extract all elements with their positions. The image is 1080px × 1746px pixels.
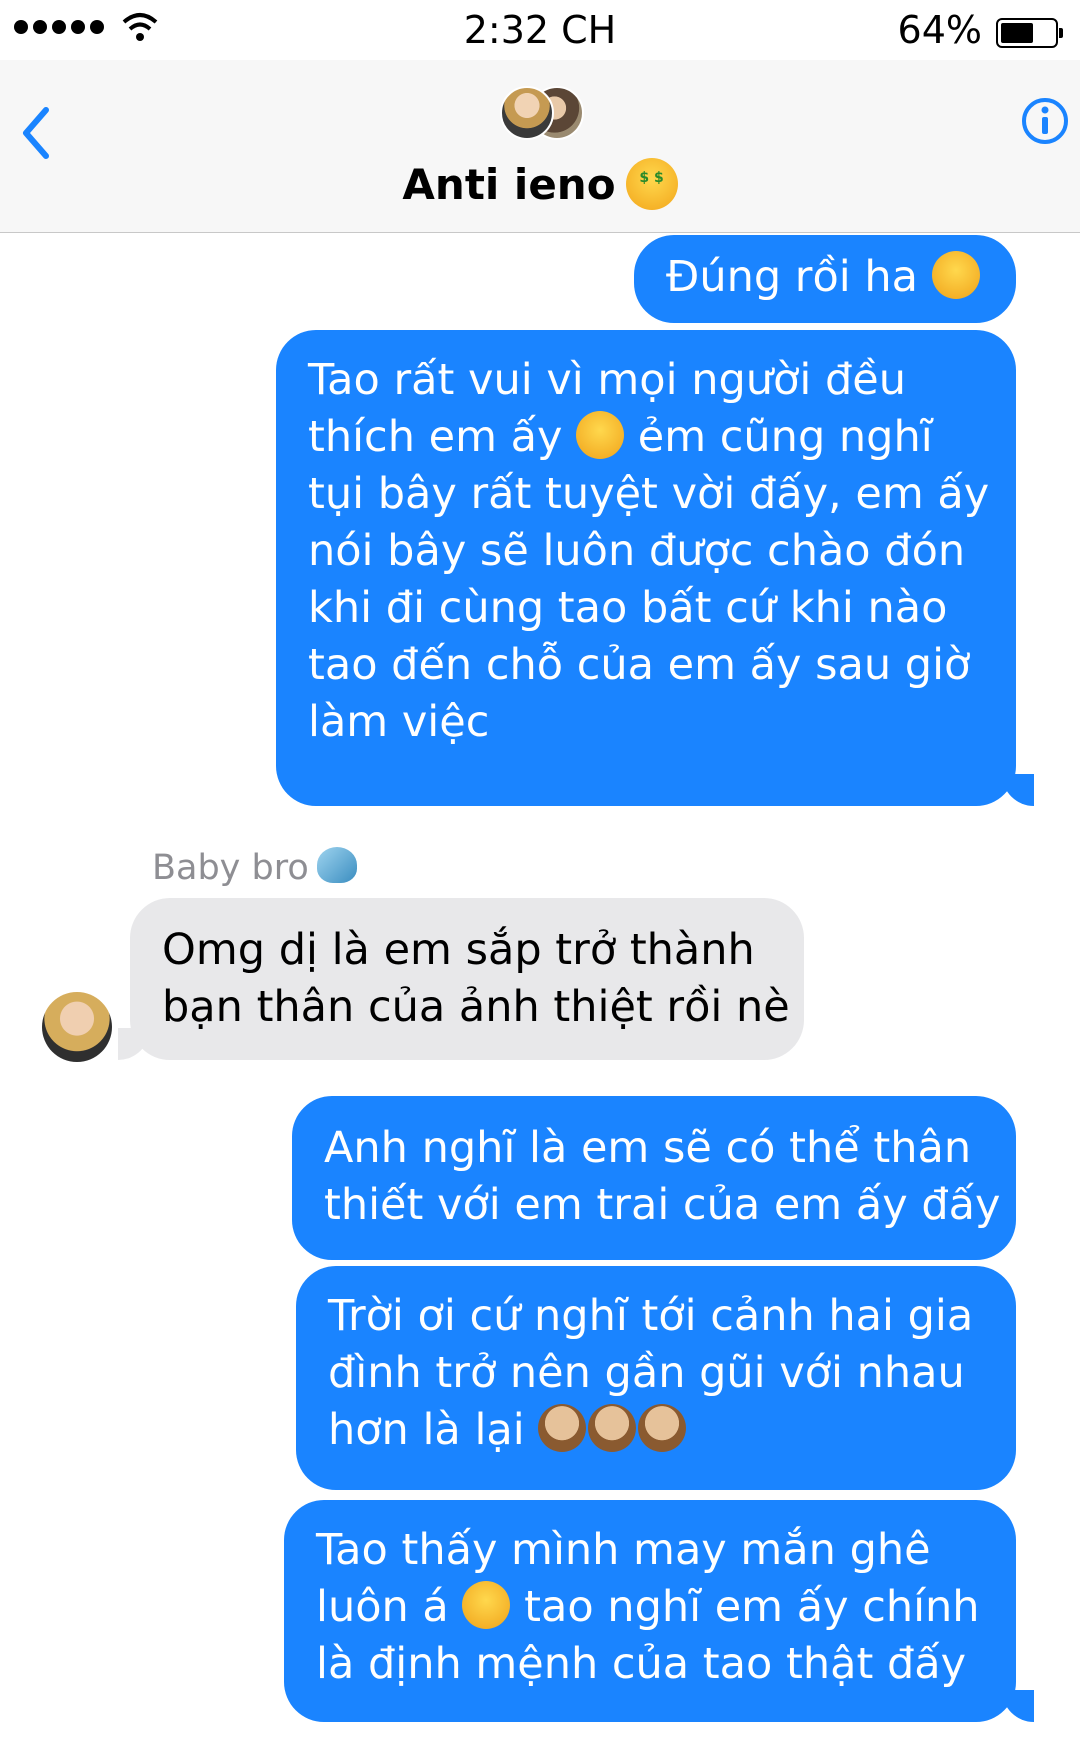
message-line: khi đi cùng tao bất cứ khi nào [308, 583, 948, 633]
grinning-sweat-emoji [931, 250, 980, 299]
message-line: Trời ơi cứ nghĩ tới cảnh hai gia [328, 1291, 974, 1341]
battery-icon [996, 18, 1063, 48]
message-line: tao nghĩ em ấy chính [524, 1582, 980, 1632]
message-line: thiết với em trai của em ấy đấy [324, 1180, 1001, 1230]
dolphin-emoji [316, 847, 357, 883]
avatar[interactable] [42, 992, 112, 1062]
battery-percentage: 64% [897, 8, 982, 52]
message-line: tao đến chỗ của em ấy sau giờ [308, 640, 971, 690]
conversation-title-text: Anti ieno [402, 160, 616, 209]
money-mouth-face-emoji [625, 157, 678, 210]
outgoing-message[interactable]: Tao thấy mình may mắn ghê luôn á tao ngh… [284, 1500, 1016, 1722]
see-no-evil-monkey-emoji [588, 1403, 637, 1452]
message-line: nói bây sẽ luôn được chào đón [308, 526, 966, 576]
bubble-tail [118, 1028, 150, 1060]
message-line: tụi bây rất tuyệt vời đấy, em ấy [308, 469, 990, 519]
status-bar: 2:32 CH 64% [0, 0, 1080, 60]
sender-name: Baby bro [152, 847, 357, 888]
loudly-crying-face-emoji [576, 410, 625, 459]
pleading-face-emoji [462, 1580, 511, 1629]
message-line: hơn là lại [328, 1405, 525, 1455]
see-no-evil-monkey-emoji [538, 1403, 587, 1452]
message-line: bạn thân của ảnh thiệt rồi nè [162, 982, 790, 1032]
message-line: Tao thấy mình may mắn ghê [316, 1525, 931, 1575]
conversation-header: Anti ieno [0, 60, 1080, 233]
message-line: thích em ấy [308, 412, 563, 462]
see-no-evil-monkey-emoji [638, 1403, 687, 1452]
outgoing-message[interactable]: Đúng rồi ha [634, 235, 1016, 323]
message-line: Anh nghĩ là em sẽ có thể thân [324, 1123, 972, 1173]
chevron-left-icon[interactable] [12, 98, 62, 168]
outgoing-message[interactable]: Tao rất vui vì mọi người đều thích em ấy… [276, 330, 1016, 806]
conversation-title[interactable]: Anti ieno [0, 157, 1080, 214]
message-line: ẻm cũng nghĩ [637, 412, 933, 462]
avatar [500, 86, 554, 140]
incoming-message[interactable]: Omg dị là em sắp trở thành bạn thân của … [130, 898, 804, 1060]
outgoing-message[interactable]: Trời ơi cứ nghĩ tới cảnh hai gia đình tr… [296, 1266, 1016, 1490]
outgoing-message[interactable]: Anh nghĩ là em sẽ có thể thân thiết với … [292, 1096, 1016, 1260]
message-line: luôn á [316, 1582, 449, 1632]
message-text: Đúng rồi ha [666, 252, 918, 302]
bubble-tail [1002, 1690, 1034, 1722]
bubble-tail [1002, 774, 1034, 806]
message-line: Tao rất vui vì mọi người đều [308, 355, 906, 405]
message-line: đình trở nên gần gũi với nhau [328, 1348, 965, 1398]
message-line: Omg dị là em sắp trở thành [162, 925, 755, 975]
group-avatars[interactable] [500, 84, 584, 140]
message-line: là định mệnh của tao thật đấy [316, 1639, 967, 1689]
info-icon[interactable] [1020, 96, 1070, 146]
message-line: làm việc [308, 697, 490, 747]
